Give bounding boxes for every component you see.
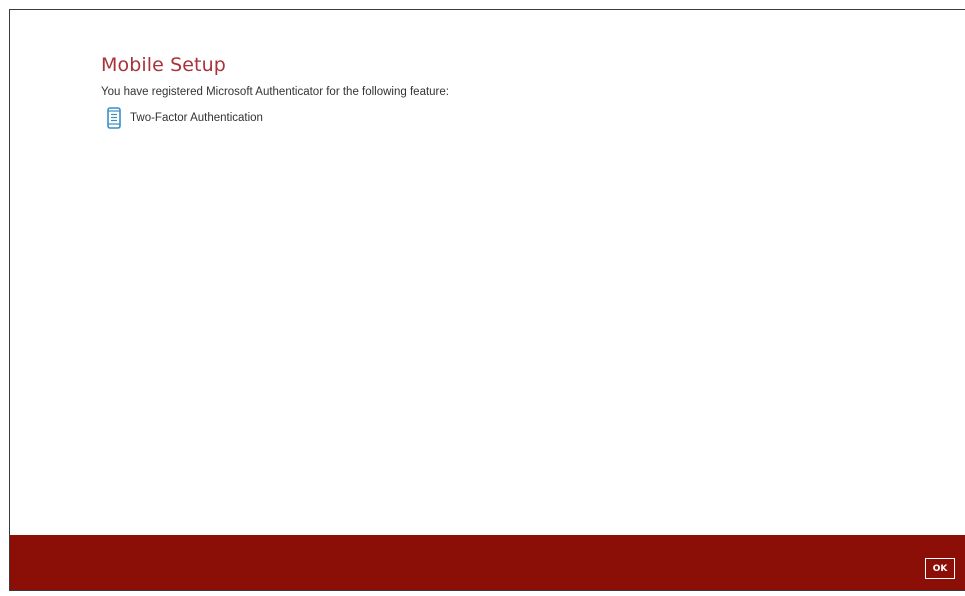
registration-description: You have registered Microsoft Authentica…	[101, 86, 449, 98]
footer-bar: OK	[10, 535, 965, 590]
feature-item: Two-Factor Authentication	[107, 107, 952, 129]
mobile-phone-icon	[107, 107, 121, 129]
dialog-content: Mobile Setup You have registered Microso…	[101, 54, 952, 129]
mobile-setup-window: Mobile Setup You have registered Microso…	[9, 9, 965, 591]
feature-label: Two-Factor Authentication	[130, 112, 263, 124]
ok-button[interactable]: OK	[925, 558, 955, 579]
page-title: Mobile Setup	[101, 54, 226, 76]
